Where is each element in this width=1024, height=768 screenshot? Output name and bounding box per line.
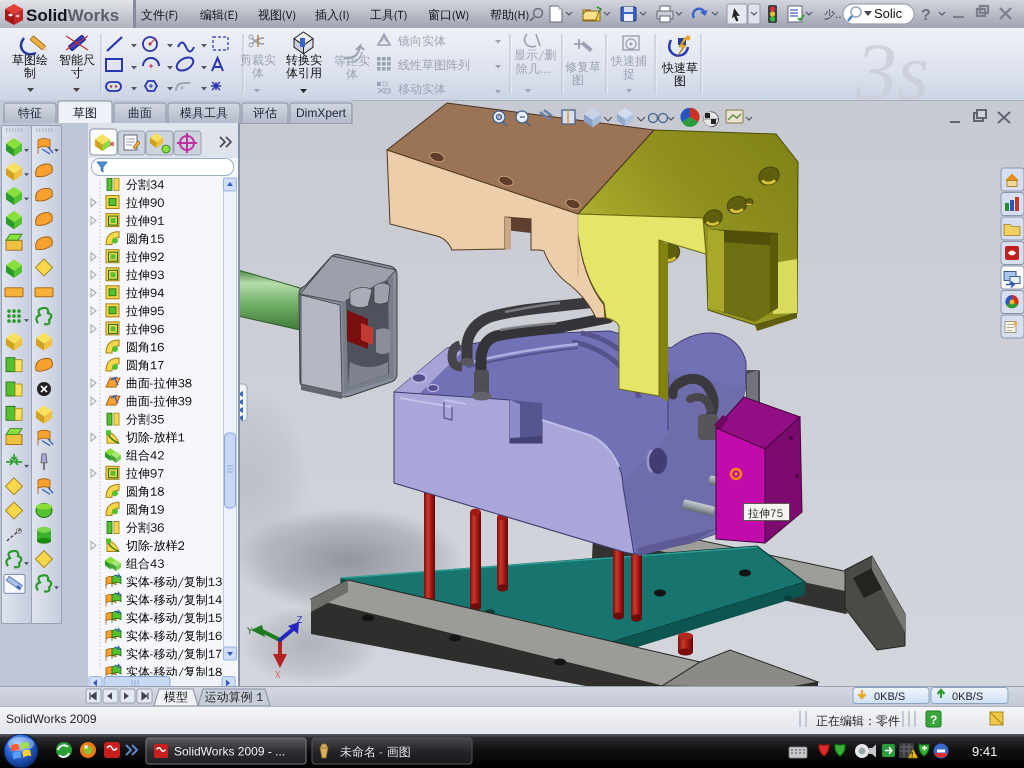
svg-text:!: ! [911,752,913,759]
svg-text:SolidWorks 2009 - ...: SolidWorks 2009 - ... [174,745,285,759]
svg-text:DimXpert: DimXpert [296,106,347,120]
svg-text:0KB/S: 0KB/S [874,691,905,703]
svg-text:9:41: 9:41 [972,744,997,759]
svg-text:?: ? [930,713,937,727]
svg-text:Solic: Solic [874,6,903,21]
svg-text:0KB/S: 0KB/S [952,691,983,703]
svg-text:?: ? [921,7,931,24]
